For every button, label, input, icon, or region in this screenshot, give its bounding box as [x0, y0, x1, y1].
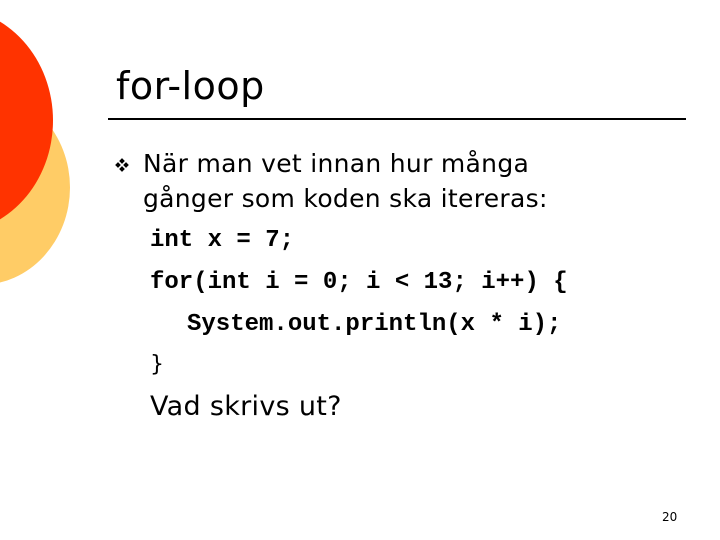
page-number: 20 — [662, 510, 678, 524]
code-line-declaration: int x = 7; — [150, 227, 295, 254]
bullet-text-line-1: När man vet innan hur många — [143, 149, 530, 178]
question-text: Vad skrivs ut? — [150, 391, 342, 422]
title-underline — [108, 118, 686, 120]
slide-title: for-loop — [116, 64, 265, 108]
bullet-text: När man vet innan hur många gånger som k… — [143, 146, 548, 216]
code-line-for-header: for(int i = 0; i < 13; i++) { — [150, 269, 568, 296]
four-diamond-bullet-icon — [115, 158, 129, 172]
code-line-println: System.out.println(x * i); — [187, 311, 562, 338]
code-closing-brace: } — [150, 352, 164, 377]
bullet-text-line-2: gånger som koden ska itereras: — [143, 184, 548, 213]
